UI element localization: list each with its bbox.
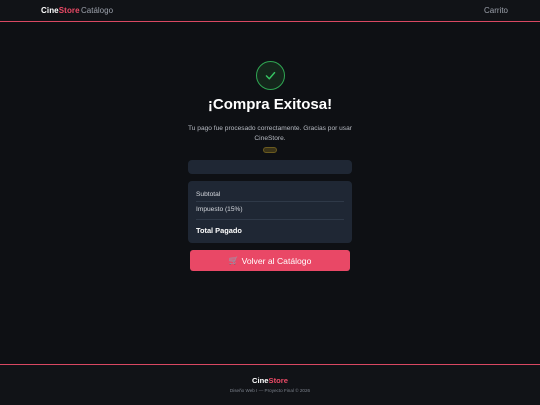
summary-divider bbox=[196, 201, 344, 202]
nav-cart-link[interactable]: Carrito bbox=[484, 6, 508, 15]
page-title: ¡Compra Exitosa! bbox=[207, 96, 333, 113]
footer-copyright: Diseño Web I — Proyecto Final © 2026 bbox=[229, 388, 311, 393]
footer-brand-store: Store bbox=[268, 376, 288, 385]
footer-brand: CineStore bbox=[0, 376, 540, 385]
check-icon bbox=[256, 61, 285, 90]
nav-catalog-link[interactable]: Catálogo bbox=[81, 6, 113, 15]
cart-icon: 🛒 bbox=[228, 255, 239, 265]
summary-divider-total bbox=[196, 219, 344, 220]
check-mark-svg bbox=[265, 71, 276, 80]
total-label: Total Pagado bbox=[196, 226, 242, 235]
subtotal-label: Subtotal bbox=[196, 191, 221, 198]
order-items-card bbox=[188, 160, 352, 174]
back-to-catalog-label: Volver al Catálogo bbox=[241, 255, 312, 266]
tax-label: Impuesto (15%) bbox=[196, 206, 243, 213]
back-to-catalog-button[interactable]: 🛒 Volver al Catálogo bbox=[190, 250, 350, 271]
brand-store: Store bbox=[58, 6, 80, 15]
success-message: Tu pago fue procesado correctamente. Gra… bbox=[188, 125, 352, 142]
navbar: CineStore Catálogo Carrito bbox=[0, 0, 540, 22]
brand-cine: Cine bbox=[41, 6, 59, 15]
summary-card: Subtotal Impuesto (15%) Total Pagado bbox=[188, 181, 352, 243]
footer-brand-cine: Cine bbox=[252, 376, 269, 385]
status-pill bbox=[263, 147, 277, 153]
brand-logo[interactable]: CineStore bbox=[41, 6, 80, 15]
footer: CineStore Diseño Web I — Proyecto Final … bbox=[0, 364, 540, 405]
